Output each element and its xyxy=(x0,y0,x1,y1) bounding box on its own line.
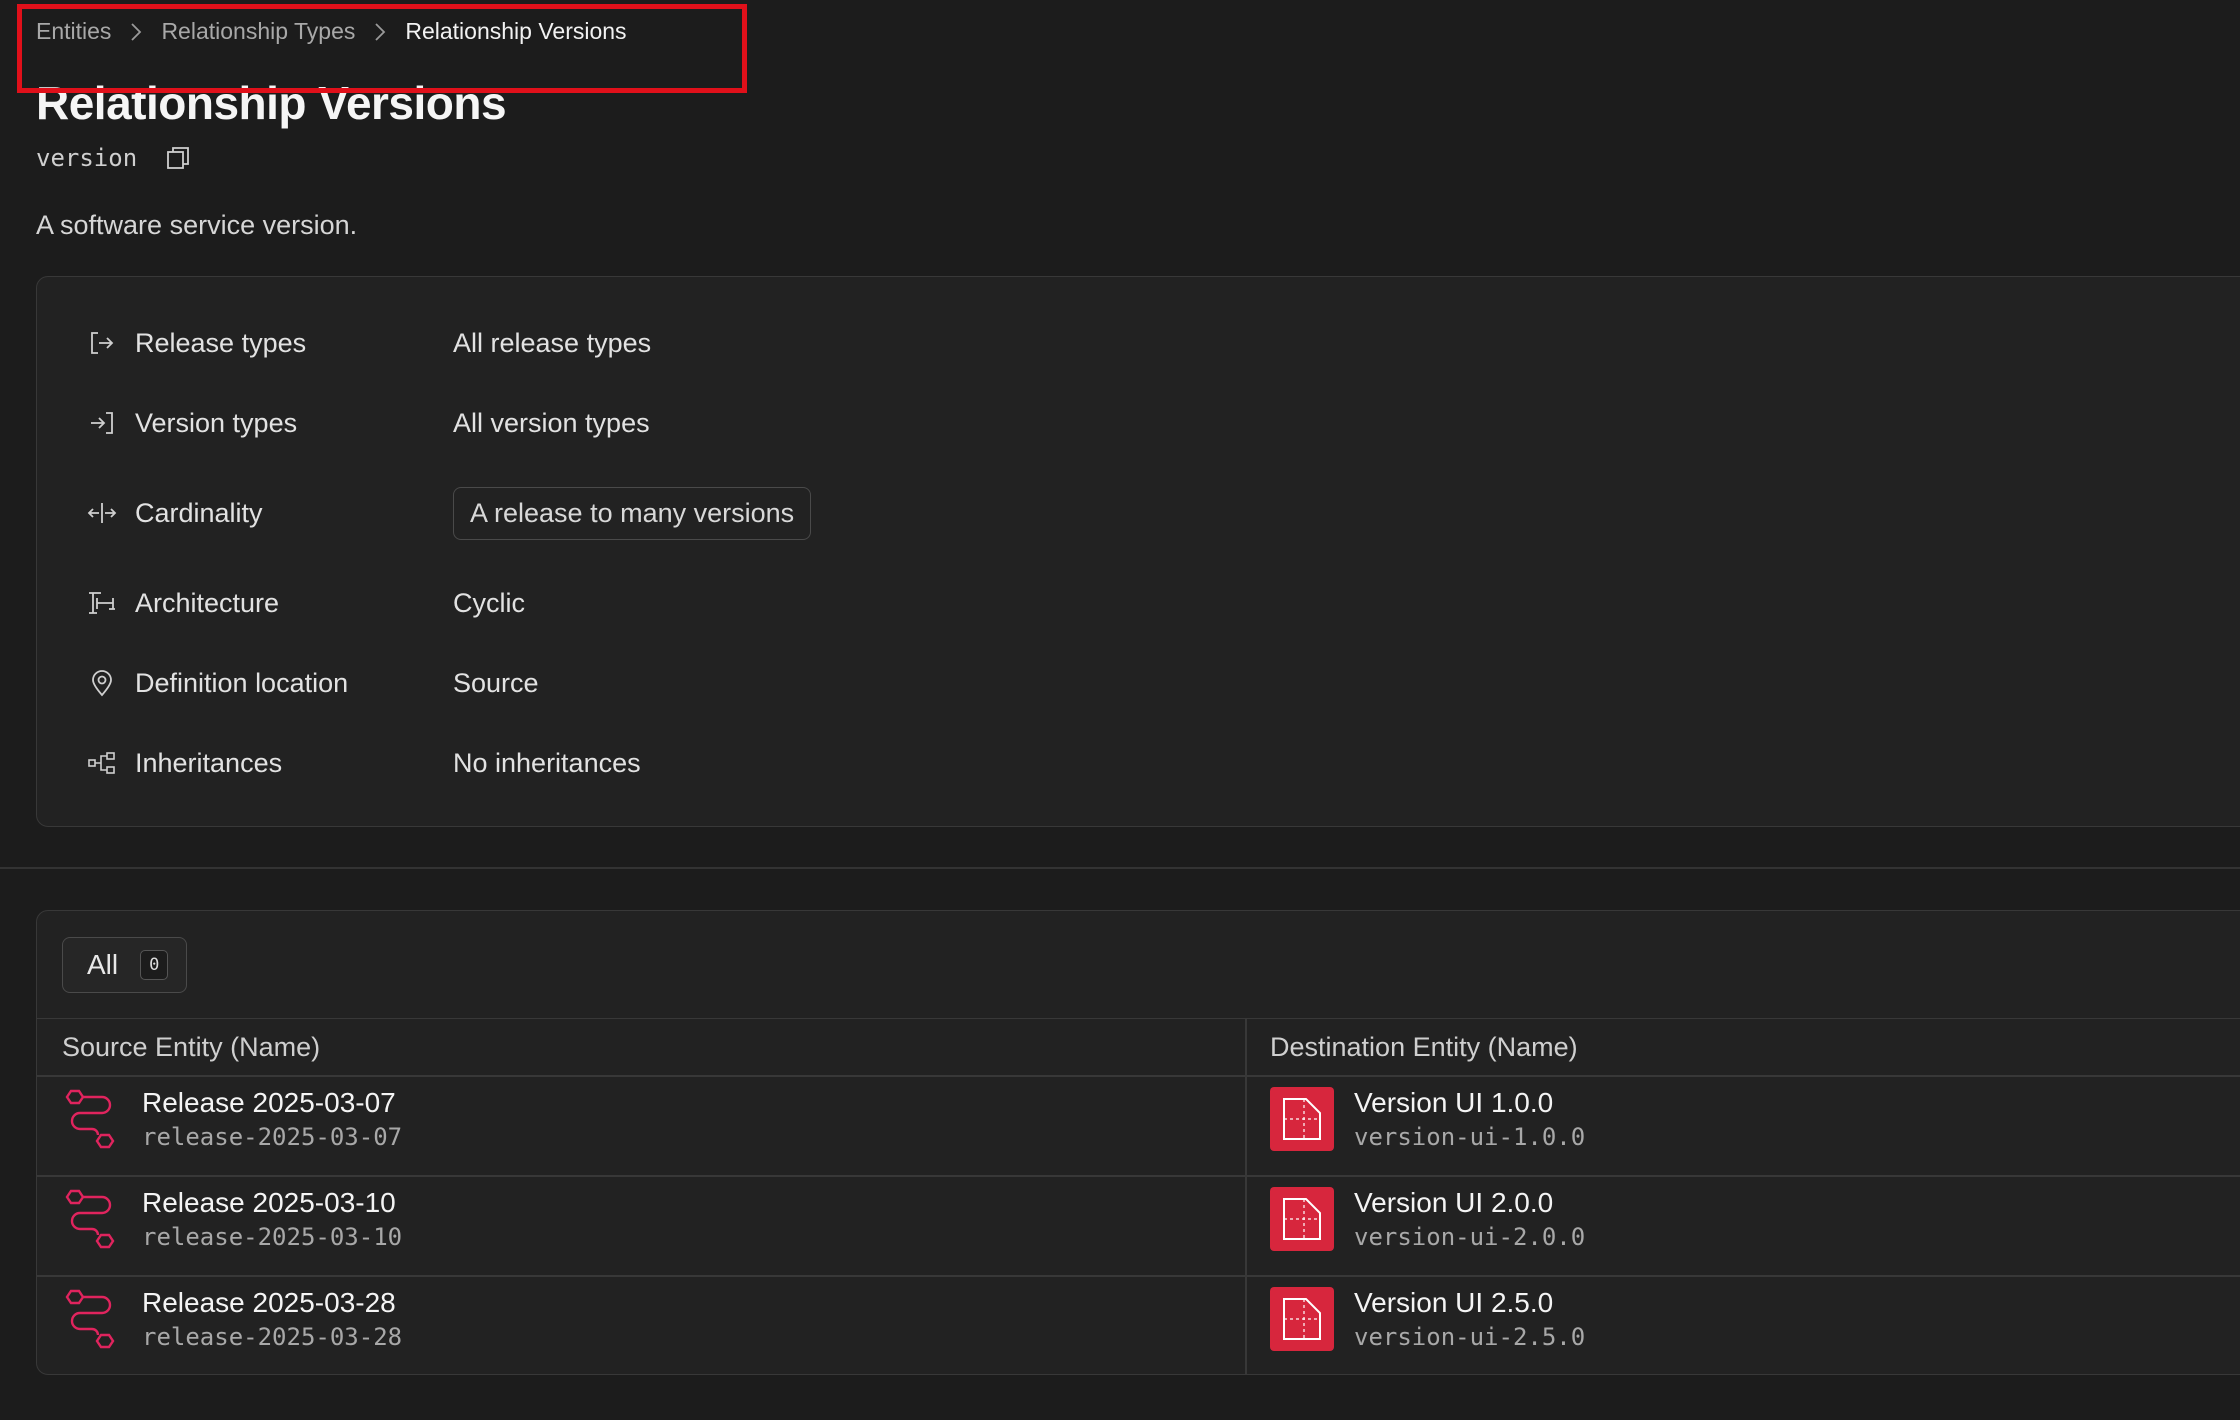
source-entity-link[interactable]: Release 2025-03-10 release-2025-03-10 xyxy=(62,1187,402,1251)
property-label: Cardinality xyxy=(135,497,263,528)
filter-bar: All 0 xyxy=(37,911,2240,1019)
copy-icon[interactable] xyxy=(165,145,191,171)
property-label: Inheritances xyxy=(135,747,283,778)
source-entity-slug: release-2025-03-10 xyxy=(142,1223,403,1251)
arrow-in-icon xyxy=(87,408,117,438)
entity-slug: version xyxy=(36,144,138,172)
destination-entity-link[interactable]: Version UI 2.5.0 version-ui-2.5.0 xyxy=(1270,1287,1585,1351)
property-version-types: Version types All version types xyxy=(87,395,650,451)
destination-entity-name: Version UI 2.5.0 xyxy=(1354,1287,1554,1318)
source-entity-slug: release-2025-03-28 xyxy=(142,1323,403,1351)
source-entity-name: Release 2025-03-28 xyxy=(142,1287,396,1318)
header-divider xyxy=(37,1075,2240,1077)
property-value: All version types xyxy=(453,407,650,438)
release-icon xyxy=(65,1189,115,1249)
version-document-icon xyxy=(1270,1187,1334,1251)
filter-label: All xyxy=(87,949,119,980)
source-entity-name: Release 2025-03-10 xyxy=(142,1187,396,1218)
breadcrumb-entities[interactable]: Entities xyxy=(36,18,111,45)
count-badge: 0 xyxy=(140,950,169,980)
architecture-icon xyxy=(87,588,117,618)
page-title: Relationship Versions xyxy=(36,77,507,129)
property-release-types: Release types All release types xyxy=(87,315,651,371)
property-label: Release types xyxy=(135,327,307,358)
property-value: Source xyxy=(453,667,539,698)
property-value: Cyclic xyxy=(453,587,525,618)
column-header-source[interactable]: Source Entity (Name) xyxy=(62,1019,320,1075)
row-divider xyxy=(37,1175,2240,1177)
destination-entity-name: Version UI 1.0.0 xyxy=(1354,1087,1554,1118)
relationships-table: All 0 Source Entity (Name) Destination E… xyxy=(36,910,2240,1375)
breadcrumb-relationship-types[interactable]: Relationship Types xyxy=(161,18,355,45)
column-divider xyxy=(1245,1019,1247,1374)
property-value: All release types xyxy=(453,327,652,358)
release-icon xyxy=(65,1089,115,1149)
property-value: No inheritances xyxy=(453,747,641,778)
destination-entity-name: Version UI 2.0.0 xyxy=(1354,1187,1554,1218)
source-entity-slug: release-2025-03-07 xyxy=(142,1123,403,1151)
destination-entity-link[interactable]: Version UI 2.0.0 version-ui-2.0.0 xyxy=(1270,1187,1585,1251)
property-inheritances: Inheritances No inheritances xyxy=(87,735,641,791)
source-entity-link[interactable]: Release 2025-03-07 release-2025-03-07 xyxy=(62,1087,402,1151)
release-icon xyxy=(65,1289,115,1349)
property-architecture: Architecture Cyclic xyxy=(87,575,525,631)
filter-all-button[interactable]: All 0 xyxy=(62,937,188,993)
destination-entity-link[interactable]: Version UI 1.0.0 version-ui-1.0.0 xyxy=(1270,1087,1585,1151)
slug-row: version xyxy=(36,144,191,172)
property-label: Architecture xyxy=(135,587,280,618)
arrow-out-icon xyxy=(87,328,117,358)
hierarchy-icon xyxy=(87,748,117,778)
section-divider xyxy=(0,867,2240,869)
breadcrumb: Entities Relationship Types Relationship… xyxy=(36,18,627,45)
property-label: Version types xyxy=(135,407,298,438)
properties-card: Release types All release types Version … xyxy=(36,276,2240,827)
version-document-icon xyxy=(1270,1087,1334,1151)
source-entity-link[interactable]: Release 2025-03-28 release-2025-03-28 xyxy=(62,1287,402,1351)
property-definition-location: Definition location Source xyxy=(87,655,539,711)
destination-entity-slug: version-ui-1.0.0 xyxy=(1354,1123,1586,1151)
location-pin-icon xyxy=(87,668,117,698)
breadcrumb-current[interactable]: Relationship Versions xyxy=(405,18,626,45)
destination-entity-slug: version-ui-2.0.0 xyxy=(1354,1223,1586,1251)
cardinality-pill: A release to many versions xyxy=(453,486,812,540)
chevron-right-icon xyxy=(129,21,143,43)
row-divider xyxy=(37,1275,2240,1277)
chevron-right-icon xyxy=(373,21,387,43)
version-document-icon xyxy=(1270,1287,1334,1351)
source-entity-name: Release 2025-03-07 xyxy=(142,1087,396,1118)
cardinality-icon xyxy=(87,498,117,528)
destination-entity-slug: version-ui-2.5.0 xyxy=(1354,1323,1586,1351)
column-header-destination[interactable]: Destination Entity (Name) xyxy=(1270,1019,1578,1075)
property-label: Definition location xyxy=(135,667,349,698)
page-description: A software service version. xyxy=(36,210,358,240)
property-cardinality: Cardinality A release to many versions xyxy=(87,485,812,541)
